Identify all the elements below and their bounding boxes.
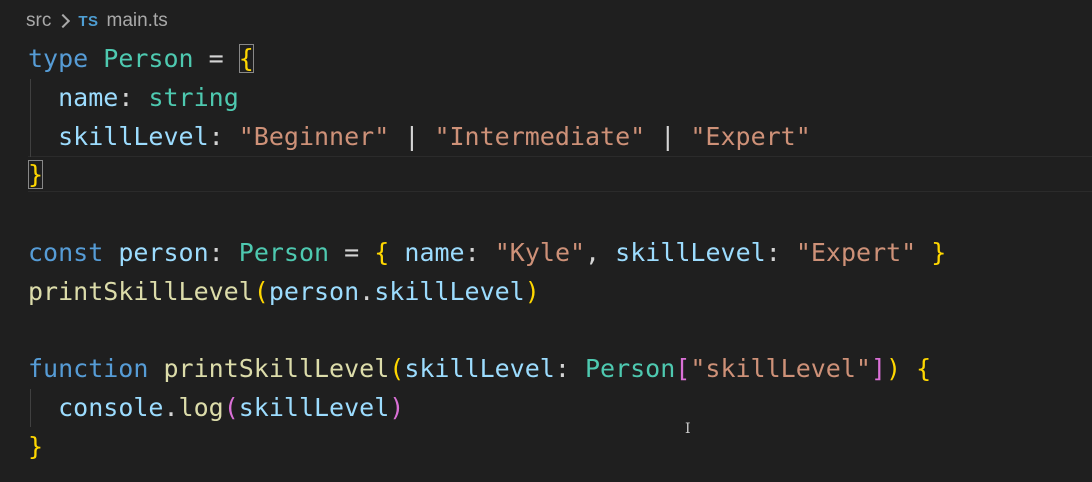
punctuation: : <box>208 121 224 151</box>
open-paren: ( <box>389 354 405 383</box>
type-name: string <box>148 82 239 112</box>
close-paren: ) <box>886 354 902 383</box>
breadcrumb: src TS main.ts <box>26 8 168 34</box>
close-bracket: ] <box>870 354 887 383</box>
keyword: function <box>28 354 149 383</box>
punctuation: : <box>208 237 224 267</box>
punctuation: . <box>163 392 179 422</box>
open-paren: ( <box>223 392 239 422</box>
typescript-file-icon: TS <box>78 12 99 30</box>
punctuation: , <box>585 237 601 267</box>
close-paren: ) <box>389 392 405 422</box>
type-name: Person <box>238 237 330 267</box>
string-literal: "Kyle" <box>494 237 586 267</box>
function-name: printSkillLevel <box>28 276 254 306</box>
function-name: log <box>178 392 224 422</box>
open-brace: { <box>238 44 254 73</box>
variable: person <box>268 276 360 306</box>
code-line-11: } <box>28 428 1092 467</box>
code-line-6: const person: Person = { name: "Kyle", s… <box>28 234 1092 273</box>
string-literal: "Beginner" <box>238 121 390 151</box>
close-paren: ) <box>524 276 540 306</box>
code-editor[interactable]: type Person = { name: string skillLevel:… <box>28 40 1092 466</box>
text-cursor-icon: I <box>685 421 691 437</box>
open-brace: { <box>916 354 932 383</box>
union-operator: | <box>660 121 676 151</box>
code-line-1: type Person = { <box>28 40 1092 79</box>
property: skillLevel <box>374 276 525 306</box>
punctuation: : <box>765 237 781 267</box>
chevron-right-icon <box>56 13 71 29</box>
punctuation: . <box>359 276 375 306</box>
property: name <box>404 237 465 267</box>
type-name: Person <box>103 44 194 73</box>
property: name <box>58 82 119 112</box>
punctuation: : <box>118 82 134 112</box>
breadcrumb-file-main-ts[interactable]: main.ts <box>107 10 168 32</box>
code-line-4: } <box>28 156 1092 195</box>
string-literal: "Intermediate" <box>434 121 646 151</box>
variable: console <box>58 392 164 422</box>
open-paren: ( <box>253 276 269 306</box>
open-brace: { <box>374 237 390 267</box>
union-operator: | <box>404 121 420 151</box>
code-line-3: skillLevel: "Beginner" | "Intermediate" … <box>28 118 1092 157</box>
string-literal: "skillLevel" <box>690 354 871 383</box>
variable: person <box>118 237 209 267</box>
string-literal: "Expert" <box>795 237 917 267</box>
punctuation: : <box>464 237 480 267</box>
variable: skillLevel <box>238 392 390 422</box>
breadcrumb-folder-src[interactable]: src <box>26 10 51 32</box>
keyword: const <box>28 237 104 267</box>
type-name: Person <box>584 354 676 383</box>
punctuation: : <box>554 354 570 383</box>
open-bracket: [ <box>675 354 691 383</box>
string-literal: "Expert" <box>690 121 811 151</box>
code-line-10: console.log(skillLevel) <box>28 389 1092 428</box>
close-brace: } <box>28 160 44 190</box>
parameter: skillLevel <box>404 354 555 383</box>
close-brace: } <box>931 237 947 267</box>
property: skillLevel <box>58 121 209 151</box>
code-line-2: name: string <box>28 79 1092 118</box>
close-brace: } <box>28 431 44 461</box>
code-line-9: function printSkillLevel(skillLevel: Per… <box>28 350 1092 389</box>
keyword: type <box>28 44 89 73</box>
function-name: printSkillLevel <box>163 354 390 383</box>
operator: = <box>208 44 224 73</box>
code-line-7: printSkillLevel(person.skillLevel) <box>28 273 1092 312</box>
operator: = <box>344 237 360 267</box>
property: skillLevel <box>615 237 766 267</box>
